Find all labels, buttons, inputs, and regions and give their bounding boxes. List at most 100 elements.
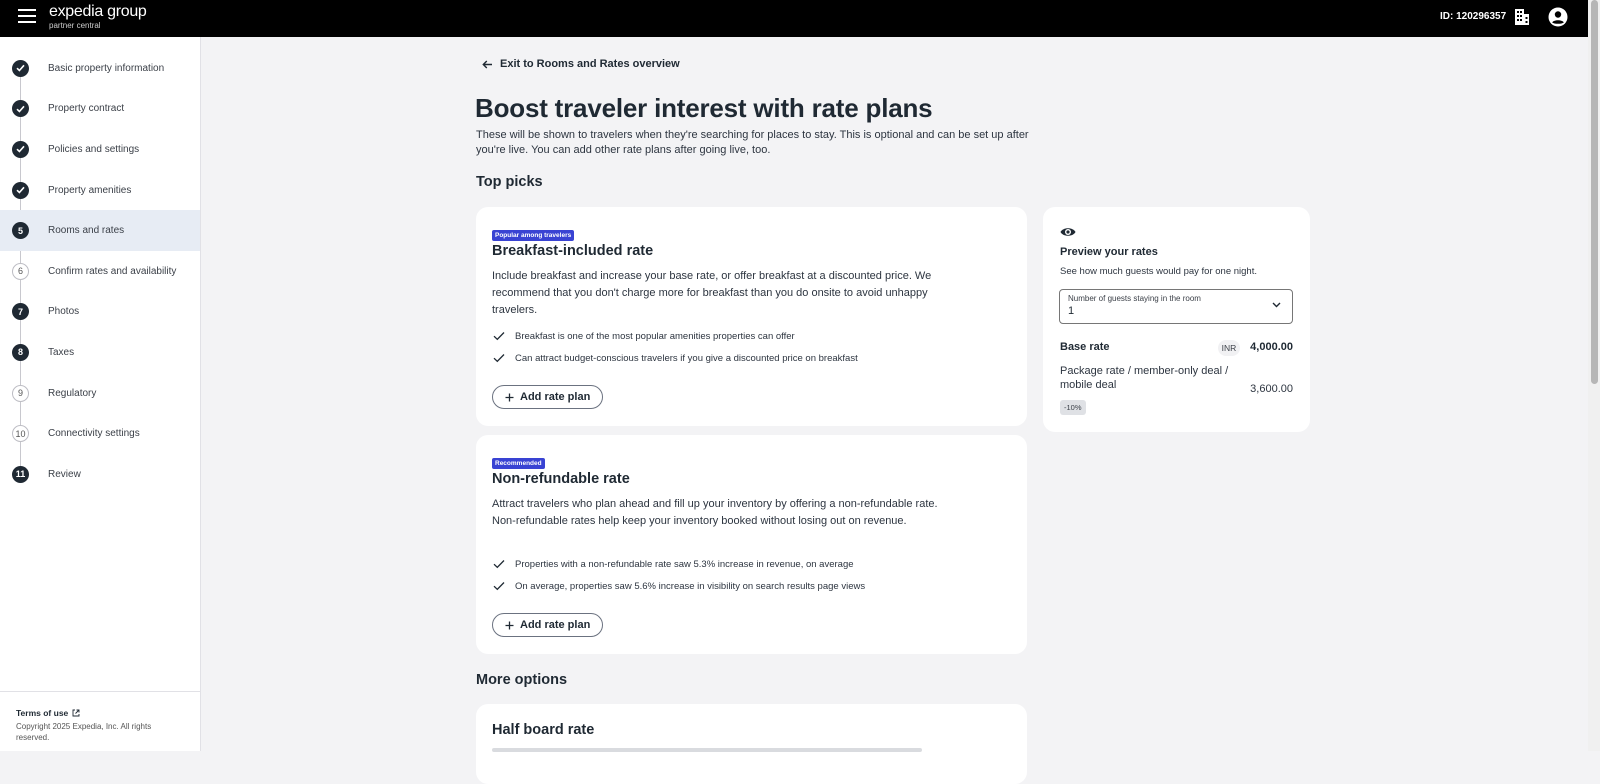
benefit-text: On average, properties saw 5.6% increase…: [515, 580, 866, 592]
page-description: These will be shown to travelers when th…: [476, 129, 1029, 156]
benefit-text: Breakfast is one of the most popular ame…: [515, 330, 795, 342]
progress-steps: Basic property information Property cont…: [0, 48, 200, 495]
add-rate-plan-button[interactable]: Add rate plan: [492, 613, 604, 637]
benefit-list: Properties with a non-refundable rate sa…: [493, 553, 865, 597]
page-title: Boost traveler interest with rate plans: [475, 93, 933, 123]
package-rate-value: 3,600.00: [1250, 383, 1293, 395]
currency-badge: INR: [1218, 340, 1240, 356]
brand-sub: partner central: [49, 21, 101, 30]
top-bar: expedia group partner central ID: 120296…: [0, 0, 1600, 37]
rate-plan-card-non-refundable: Recommended Non-refundable rate Attract …: [476, 435, 1027, 654]
step-label: Property amenities: [48, 184, 132, 196]
benefit-text: Properties with a non-refundable rate sa…: [515, 558, 854, 570]
copyright-text: Copyright 2025 Expedia, Inc. All rights …: [16, 722, 152, 742]
exit-link-label: Exit to Rooms and Rates overview: [500, 58, 680, 70]
base-rate-label: Base rate: [1060, 341, 1110, 353]
brand-name: expedia group: [49, 3, 147, 20]
check-icon: [493, 354, 505, 363]
step-complete-check-icon: [12, 100, 29, 118]
rate-plan-card-breakfast: Popular among travelers Breakfast-includ…: [476, 207, 1027, 426]
preview-rates-card: Preview your rates See how much guests w…: [1043, 207, 1310, 432]
more-options-heading: More options: [476, 672, 568, 688]
step-label: Basic property information: [48, 62, 165, 74]
sidebar-footer: Terms of use Copyright 2025 Expedia, Inc…: [0, 691, 200, 743]
plus-icon: [505, 621, 514, 629]
terms-of-use-link[interactable]: Terms of use: [16, 708, 184, 718]
step-property-amenities[interactable]: Property amenities: [0, 170, 200, 211]
step-basic-property-information[interactable]: Basic property information: [0, 48, 200, 89]
check-icon: [493, 582, 505, 591]
step-taxes[interactable]: 8 Taxes: [0, 332, 200, 373]
scrollbar-thumb[interactable]: [1591, 0, 1598, 384]
step-label: Rooms and rates: [48, 225, 125, 237]
benefit-list: Breakfast is one of the most popular ame…: [493, 325, 858, 369]
step-number: 6: [12, 262, 29, 280]
package-rate-label: Package rate / member-only deal / mobile…: [1060, 365, 1229, 391]
chevron-down-icon: [1272, 302, 1281, 308]
step-complete-check-icon: [12, 181, 29, 199]
card-description-cutoff: [492, 748, 922, 752]
step-number: 10: [12, 425, 29, 443]
exit-to-overview-link[interactable]: Exit to Rooms and Rates overview: [482, 58, 680, 70]
step-label: Regulatory: [48, 387, 97, 399]
menu-icon[interactable]: [18, 9, 36, 25]
step-review[interactable]: 11 Review: [0, 454, 200, 495]
guests-select[interactable]: Number of guests staying in the room 1: [1059, 289, 1293, 324]
step-label: Photos: [48, 306, 80, 318]
card-title: Half board rate: [492, 722, 595, 738]
benefit-text: Can attract budget-conscious travelers i…: [515, 352, 858, 364]
add-rate-plan-button[interactable]: Add rate plan: [492, 385, 604, 409]
step-complete-check-icon: [12, 59, 29, 77]
benefit-item: On average, properties saw 5.6% increase…: [493, 575, 865, 597]
preview-subtitle: See how much guests would pay for one ni…: [1060, 266, 1257, 277]
step-label: Connectivity settings: [48, 428, 140, 440]
popular-badge: Popular among travelers: [492, 230, 575, 241]
add-rate-plan-label: Add rate plan: [520, 391, 591, 403]
step-number: 11: [12, 465, 29, 483]
step-photos[interactable]: 7 Photos: [0, 292, 200, 333]
eye-icon: [1060, 228, 1076, 236]
building-icon[interactable]: [1514, 8, 1530, 26]
property-id: ID: 120296357: [1440, 11, 1507, 22]
benefit-item: Can attract budget-conscious travelers i…: [493, 347, 858, 369]
plus-icon: [505, 393, 514, 401]
card-title: Breakfast-included rate: [492, 243, 654, 259]
step-number: 9: [12, 384, 29, 402]
benefit-item: Breakfast is one of the most popular ame…: [493, 325, 858, 347]
step-label: Taxes: [48, 346, 75, 358]
guests-value: 1: [1068, 305, 1075, 317]
account-icon[interactable]: [1548, 7, 1568, 27]
brand-logo[interactable]: expedia group partner central: [49, 3, 147, 30]
card-title: Non-refundable rate: [492, 471, 630, 487]
step-connectivity-settings[interactable]: 10 Connectivity settings: [0, 413, 200, 454]
base-rate-value: 4,000.00: [1250, 341, 1293, 353]
recommended-badge: Recommended: [492, 458, 545, 469]
add-rate-plan-label: Add rate plan: [520, 619, 591, 631]
sidebar: Basic property information Property cont…: [0, 37, 201, 751]
step-label: Review: [48, 468, 81, 480]
step-label: Property contract: [48, 103, 125, 115]
step-property-contract[interactable]: Property contract: [0, 89, 200, 130]
step-rooms-and-rates[interactable]: 5 Rooms and rates: [0, 210, 200, 251]
external-link-icon: [72, 709, 80, 717]
step-number: 5: [12, 222, 29, 240]
benefit-item: Properties with a non-refundable rate sa…: [493, 553, 865, 575]
check-icon: [493, 560, 505, 569]
step-label: Policies and settings: [48, 143, 140, 155]
step-policies-and-settings[interactable]: Policies and settings: [0, 129, 200, 170]
step-number: 8: [12, 343, 29, 361]
step-regulatory[interactable]: 9 Regulatory: [0, 373, 200, 414]
card-description: Include breakfast and increase your base…: [492, 270, 932, 316]
check-icon: [493, 332, 505, 341]
preview-title: Preview your rates: [1060, 246, 1158, 258]
terms-label: Terms of use: [16, 708, 69, 718]
step-label: Confirm rates and availability: [48, 265, 177, 277]
rate-plan-card-half-board: Half board rate: [476, 704, 1027, 784]
step-number: 7: [12, 303, 29, 321]
top-picks-heading: Top picks: [476, 174, 543, 190]
card-description: Attract travelers who plan ahead and fil…: [492, 498, 938, 527]
guests-label: Number of guests staying in the room: [1068, 294, 1201, 303]
step-complete-check-icon: [12, 140, 29, 158]
discount-badge: -10%: [1060, 400, 1086, 415]
step-confirm-rates-and-availability[interactable]: 6 Confirm rates and availability: [0, 251, 200, 292]
